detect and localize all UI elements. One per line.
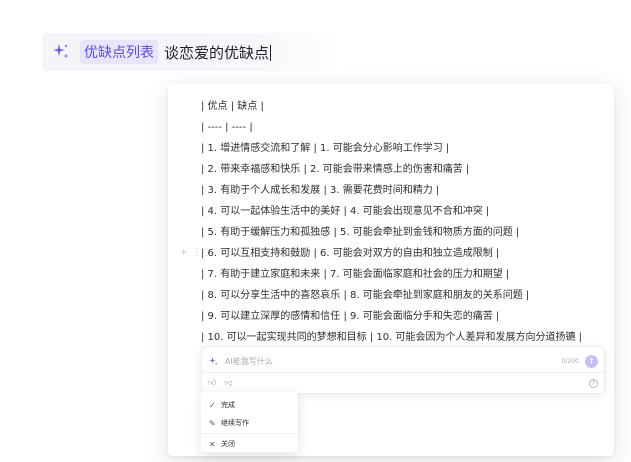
ai-sparkle-icon bbox=[50, 41, 72, 63]
char-counter: 0/200 bbox=[561, 357, 579, 365]
thumbs-down-icon[interactable]: 👎︎ bbox=[224, 378, 232, 388]
table-line: | ---- | ---- | bbox=[201, 122, 253, 133]
ai-input-field[interactable]: AI能我写什么 bbox=[225, 356, 273, 367]
menu-item-complete[interactable]: ✓ 完成 bbox=[201, 396, 298, 414]
table-line: | 6. 可以互相支持和鼓励 | 6. 可能会对双方的自由和独立造成限制 | bbox=[201, 248, 500, 259]
table-line: | 优点 | 缺点 | bbox=[201, 101, 264, 112]
template-tag[interactable]: 优缺点列表 bbox=[80, 40, 158, 64]
ai-sparkle-icon bbox=[208, 352, 219, 371]
table-line: | 1. 增进情感交流和了解 | 1. 可能会分心影响工作学习 | bbox=[201, 143, 450, 154]
menu-item-label: 完成 bbox=[221, 401, 235, 409]
prompt-input[interactable]: 谈恋爱的优缺点 bbox=[164, 42, 272, 63]
menu-item-close[interactable]: ✕ 关闭 bbox=[201, 435, 298, 453]
continue-writing-icon: ✎ bbox=[209, 418, 216, 428]
menu-item-label: 继续写作 bbox=[221, 419, 249, 427]
document-card: + ⋮⋮ | 优点 | 缺点 | | ---- | ---- | | 1. 增进… bbox=[168, 84, 614, 456]
thumbs-up-icon[interactable]: 👍︎ bbox=[208, 378, 216, 388]
table-line: | 2. 带来幸福感和快乐 | 2. 可能会带来情感上的伤害和痛苦 | bbox=[201, 164, 470, 175]
prompt-bar[interactable]: 优缺点列表 谈恋爱的优缺点 bbox=[42, 33, 342, 71]
ai-input-box[interactable]: AI能我写什么 0/200 ↑ 👍︎ 👎︎ ? bbox=[201, 346, 605, 394]
send-button[interactable]: ↑ bbox=[585, 354, 598, 368]
arrow-up-icon: ↑ bbox=[588, 356, 595, 366]
divider bbox=[202, 372, 604, 373]
table-line: | 10. 可以一起实现共同的梦想和目标 | 10. 可能会因为个人差异和发展方… bbox=[201, 332, 582, 343]
help-icon[interactable]: ? bbox=[589, 378, 598, 388]
close-icon: ✕ bbox=[209, 439, 216, 449]
table-line: | 9. 可以建立深厚的感情和信任 | 9. 可能会面临分手和失恋的痛苦 | bbox=[201, 311, 500, 322]
menu-item-label: 关闭 bbox=[221, 440, 235, 448]
prompt-text: 谈恋爱的优缺点 bbox=[164, 43, 270, 62]
menu-divider bbox=[201, 433, 298, 434]
table-line: | 5. 有助于缓解压力和孤独感 | 5. 可能会牵扯到金钱和物质方面的问题 | bbox=[201, 227, 520, 238]
table-line: | 4. 可以一起体验生活中的美好 | 4. 可能会出现意见不合和冲突 | bbox=[201, 206, 490, 217]
table-line: | 8. 可以分享生活中的喜怒哀乐 | 8. 可能会牵扯到家庭和朋友的关系问题 … bbox=[201, 290, 530, 301]
table-line: | 3. 有助于个人成长和发展 | 3. 需要花费时间和精力 | bbox=[201, 185, 440, 196]
menu-item-continue-writing[interactable]: ✎ 继续写作 bbox=[201, 414, 298, 432]
check-icon: ✓ bbox=[209, 400, 216, 410]
table-line: | 7. 有助于建立家庭和未来 | 7. 可能会面临家庭和社会的压力和期望 | bbox=[201, 269, 510, 280]
document-content[interactable]: | 优点 | 缺点 | | ---- | ---- | | 1. 增进情感交流和… bbox=[201, 96, 606, 348]
text-caret bbox=[270, 44, 272, 61]
action-menu: ✓ 完成 ✎ 继续写作 ✕ 关闭 bbox=[201, 392, 298, 452]
